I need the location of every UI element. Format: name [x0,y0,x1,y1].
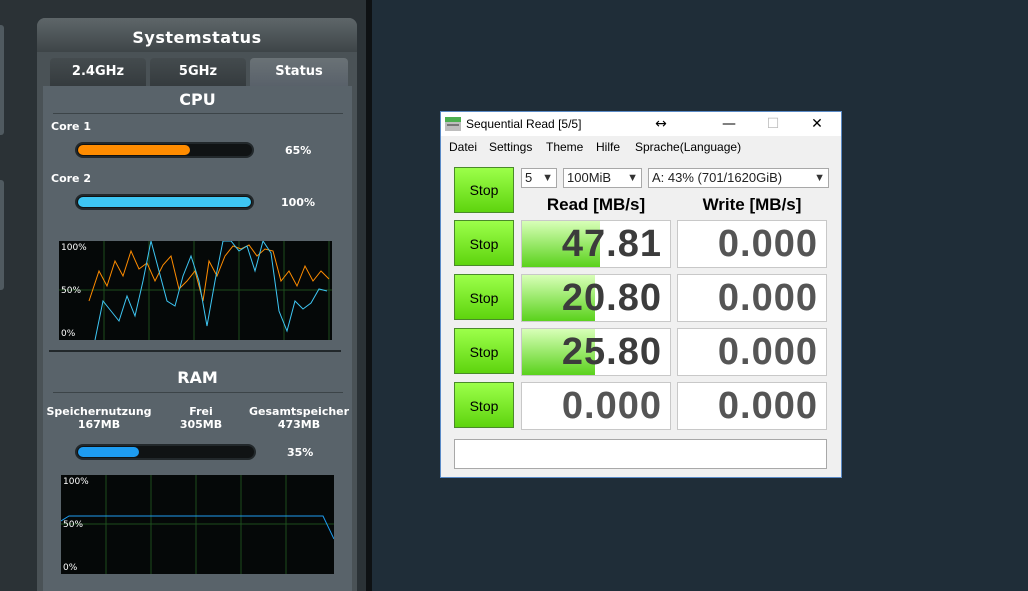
ram-used-stat: Speichernutzung 167MB [45,405,153,431]
cpu-graph-0-label: 0% [61,329,76,339]
test-count-select[interactable]: 5 ▼ [521,168,557,188]
menu-hilfe[interactable]: Hilfe [596,140,620,154]
read-result-value: 47.81 [561,223,662,265]
divider [49,350,341,352]
ram-used-label: Speichernutzung [46,405,152,418]
ram-heading: RAM [177,368,218,387]
ram-percent: 35% [287,446,314,459]
cpu-graph-50-label: 50% [61,286,82,296]
resize-cursor-icon: ↔ [655,116,667,132]
write-result-value: 0.000 [717,385,818,427]
status-content: CPU Core 1 65% Core 2 100% 100% 50% 0% R… [43,86,352,591]
ram-used-value: 167MB [77,418,121,431]
write-result-cell: 0.000 [677,382,827,430]
read-result-cell: 47.81 [521,220,671,268]
core1-label: Core 1 [51,120,91,133]
divider [53,392,343,393]
stop-4k-q32-button[interactable]: Stop [454,274,514,320]
write-result-value: 0.000 [717,223,818,265]
ram-usage-bar [75,444,256,460]
core2-label: Core 2 [51,172,91,185]
ram-total-label: Gesamtspeicher [249,405,350,418]
chevron-down-icon: ▼ [542,172,553,184]
write-result-cell: 0.000 [677,274,827,322]
side-tab-stub [0,180,4,290]
menu-theme[interactable]: Theme [546,140,583,154]
panel-title: Systemstatus [37,18,357,52]
tab-5ghz[interactable]: 5GHz [150,58,246,86]
read-result-value: 0.000 [561,385,662,427]
menu-datei[interactable]: Datei [449,140,477,154]
ram-graph-0-label: 0% [63,563,78,573]
chevron-down-icon: ▼ [627,172,638,184]
read-result-cell: 20.80 [521,274,671,322]
read-result-cell: 25.80 [521,328,671,376]
minimize-button[interactable]: — [707,112,751,136]
menu-language[interactable]: Sprache(Language) [635,140,741,154]
write-column-header: Write [MB/s] [702,195,802,214]
divider [53,113,343,114]
systemstatus-panel: Systemstatus 2.4GHz 5GHz Status CPU Core… [37,18,357,591]
core2-usage-fill [78,197,251,207]
window-titlebar[interactable]: Sequential Read [5/5] ↔ — ☐ ✕ [441,112,841,136]
read-result-value: 25.80 [561,331,662,373]
write-result-cell: 0.000 [677,328,827,376]
chevron-down-icon: ▼ [814,172,825,184]
stop-all-button[interactable]: Stop [454,167,514,213]
band-tabs: 2.4GHz 5GHz Status [50,58,350,86]
menu-bar: Datei Settings Theme Hilfe Sprache(Langu… [441,137,841,157]
stop-4k-button[interactable]: Stop [454,382,514,428]
ram-history-svg [60,475,335,574]
comment-field[interactable] [454,439,827,469]
drive-select[interactable]: A: 43% (701/1620GiB) ▼ [648,168,829,188]
ram-free-label: Frei [189,405,213,418]
read-result-cell: 0.000 [521,382,671,430]
test-count-value: 5 [525,170,533,185]
close-button[interactable]: ✕ [795,112,839,136]
stop-seq-button[interactable]: Stop [454,328,514,374]
core1-usage-bar [75,142,254,158]
ram-total-stat: Gesamtspeicher 473MB [249,405,349,431]
menu-settings[interactable]: Settings [489,140,532,154]
window-title: Sequential Read [5/5] [466,117,582,131]
cpu-graph-100-label: 100% [61,243,87,253]
core2-percent: 100% [281,196,315,209]
stop-seq-q32-button[interactable]: Stop [454,220,514,266]
panel-divider [366,0,372,591]
ram-history-graph: 100% 50% 0% [60,475,335,574]
maximize-button[interactable]: ☐ [751,112,795,136]
core1-percent: 65% [285,144,312,157]
read-result-value: 20.80 [561,277,662,319]
tab-2-4ghz[interactable]: 2.4GHz [50,58,146,86]
ram-graph-100-label: 100% [63,477,89,487]
core2-usage-bar [75,194,254,210]
app-icon [445,117,461,131]
write-result-value: 0.000 [717,331,818,373]
drive-value: A: 43% (701/1620GiB) [652,170,783,185]
tab-status[interactable]: Status [250,58,348,86]
ram-usage-fill [78,447,139,457]
test-size-select[interactable]: 100MiB ▼ [563,168,642,188]
core1-usage-fill [78,145,190,155]
cpu-history-graph: 100% 50% 0% [59,239,332,341]
test-size-value: 100MiB [567,170,612,185]
crystaldiskmark-window: Sequential Read [5/5] ↔ — ☐ ✕ Datei Sett… [440,111,842,478]
ram-graph-50-label: 50% [63,520,84,530]
ram-total-value: 473MB [277,418,321,431]
cpu-heading: CPU [179,90,216,109]
cpu-history-svg [59,239,332,341]
ram-free-value: 305MB [179,418,223,431]
read-column-header: Read [MB/s] [546,195,646,214]
write-result-value: 0.000 [717,277,818,319]
ram-free-stat: Frei 305MB [163,405,239,431]
write-result-cell: 0.000 [677,220,827,268]
side-tab-stub [0,25,4,135]
